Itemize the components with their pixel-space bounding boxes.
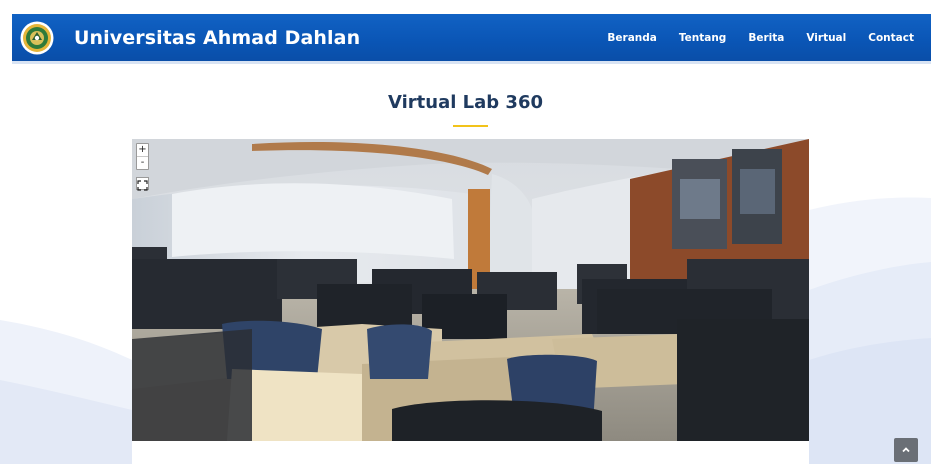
brand-name[interactable]: Universitas Ahmad Dahlan bbox=[74, 27, 360, 49]
nav-item-virtual[interactable]: Virtual bbox=[806, 32, 846, 44]
nav-item-beranda[interactable]: Beranda bbox=[607, 32, 656, 44]
panorama-scene[interactable] bbox=[132, 139, 809, 441]
fullscreen-icon bbox=[137, 180, 148, 191]
main-nav: Beranda Tentang Berita Virtual Contact bbox=[585, 32, 914, 44]
fullscreen-button[interactable] bbox=[136, 177, 149, 191]
zoom-in-button[interactable]: + bbox=[137, 144, 148, 156]
chevron-up-icon bbox=[902, 447, 910, 453]
page: Universitas Ahmad Dahlan Beranda Tentang… bbox=[0, 0, 931, 464]
zoom-out-button[interactable]: - bbox=[137, 156, 148, 169]
zoom-controls: + - bbox=[136, 143, 149, 170]
university-seal-icon[interactable] bbox=[20, 21, 54, 55]
nav-item-tentang[interactable]: Tentang bbox=[679, 32, 726, 44]
site-header: Universitas Ahmad Dahlan Beranda Tentang… bbox=[12, 14, 931, 64]
nav-item-contact[interactable]: Contact bbox=[868, 32, 914, 44]
nav-item-berita[interactable]: Berita bbox=[748, 32, 784, 44]
title-underline bbox=[453, 125, 488, 127]
page-title: Virtual Lab 360 bbox=[387, 92, 543, 113]
panorama-viewer[interactable]: + - bbox=[132, 139, 809, 441]
scroll-to-top-button[interactable] bbox=[894, 438, 918, 462]
